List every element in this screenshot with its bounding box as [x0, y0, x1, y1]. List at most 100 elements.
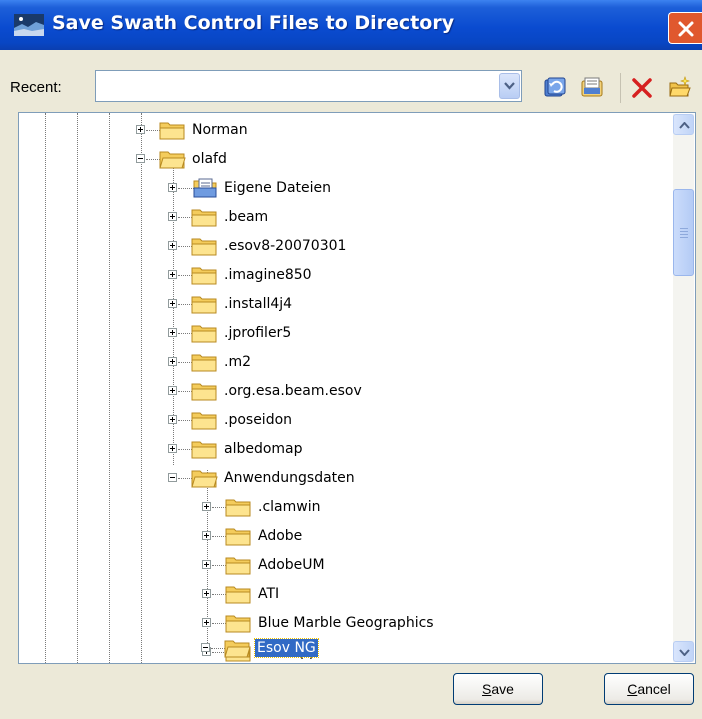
tree-item-label: .beam [224, 209, 269, 225]
recent-combobox[interactable] [95, 70, 522, 102]
tree-item[interactable]: Adobe [19, 522, 674, 551]
tree-item[interactable]: Blue Marble Geographics [19, 609, 674, 638]
tree-item[interactable]: .beam [19, 203, 674, 232]
expand-toggle[interactable] [202, 531, 211, 540]
scroll-thumb[interactable] [673, 189, 694, 276]
folder-icon [225, 615, 251, 633]
folder-icon [191, 383, 217, 401]
folder-icon [191, 238, 217, 256]
tree-item[interactable]: .imagine850 [19, 261, 674, 290]
cancel-button[interactable]: Cancel [604, 673, 694, 705]
tree-item-label: .poseidon [224, 412, 293, 428]
chevron-up-icon [679, 122, 690, 129]
tree-item-label: albedomap [224, 441, 303, 457]
tree-item-label: .org.esa.beam.esov [224, 383, 362, 399]
tree-last-row-clip: Esov NG [18, 636, 673, 663]
folder-icon [225, 499, 251, 517]
tree-item[interactable]: .org.esa.beam.esov [19, 377, 674, 406]
collapse-toggle[interactable] [168, 473, 177, 482]
tree-item[interactable]: olafd [19, 145, 674, 174]
tree-item[interactable]: .poseidon [19, 406, 674, 435]
folder-icon [225, 586, 251, 604]
cancel-mnemonic: C [627, 681, 638, 697]
folder-icon [191, 267, 217, 285]
tree-item-label-selected: Esov NG [254, 638, 319, 658]
new-folder-icon[interactable] [668, 76, 692, 100]
folder-open-icon [191, 470, 218, 488]
collapse-toggle[interactable] [136, 154, 145, 163]
toolbar-separator [620, 73, 621, 103]
tree-item[interactable]: Eigene Dateien [19, 174, 674, 203]
tree-item-label: Adobe [258, 528, 303, 544]
expand-toggle[interactable] [168, 357, 177, 366]
expand-toggle[interactable] [168, 241, 177, 250]
details-view-icon[interactable] [580, 76, 604, 100]
tree-item[interactable]: ATI [19, 580, 674, 609]
refresh-folder-icon[interactable] [543, 76, 567, 100]
expand-toggle[interactable] [168, 386, 177, 395]
tree-item-label: .esov8-20070301 [224, 238, 347, 254]
recent-label: Recent: [10, 79, 62, 96]
folder-icon [191, 325, 217, 343]
expand-toggle[interactable] [202, 502, 211, 511]
expand-toggle[interactable] [168, 183, 177, 192]
expand-toggle[interactable] [168, 415, 177, 424]
cancel-label: ancel [637, 681, 671, 697]
app-icon [14, 14, 44, 36]
folder-icon [225, 557, 251, 575]
tree-item-label: Norman [192, 122, 248, 138]
folder-tree[interactable]: Norman olafd Eigene Dateien .beam .esov8… [18, 112, 696, 664]
tree-item[interactable]: Norman [19, 116, 674, 145]
expand-toggle[interactable] [168, 328, 177, 337]
folder-icon [191, 412, 217, 430]
expand-toggle[interactable] [202, 589, 211, 598]
expand-toggle[interactable] [168, 212, 177, 221]
tree-item-label: olafd [192, 151, 227, 167]
tree-item[interactable]: AdobeUM [19, 551, 674, 580]
folder-icon [191, 441, 217, 459]
chevron-down-icon [679, 649, 690, 656]
expand-toggle[interactable] [168, 299, 177, 308]
save-label: ave [491, 681, 514, 697]
title-bar[interactable]: Save Swath Control Files to Directory [0, 0, 702, 50]
save-mnemonic: S [482, 681, 492, 697]
tree-item-label: Eigene Dateien [224, 180, 332, 196]
tree-item[interactable]: .install4j4 [19, 290, 674, 319]
tree-item[interactable]: .clamwin [19, 493, 674, 522]
tree-item-label: Blue Marble Geographics [258, 615, 434, 631]
recent-dropdown-button[interactable] [499, 73, 520, 99]
close-button[interactable] [668, 12, 702, 44]
expand-toggle[interactable] [202, 618, 211, 627]
tree-item[interactable]: .m2 [19, 348, 674, 377]
vertical-scrollbar[interactable] [673, 114, 694, 662]
folder-icon [159, 122, 185, 140]
tree-item-label: AdobeUM [258, 557, 325, 573]
folder-open-icon [224, 640, 251, 658]
expand-toggle[interactable] [168, 270, 177, 279]
collapse-toggle[interactable] [201, 643, 210, 652]
tree-item-label: Anwendungsdaten [224, 470, 355, 486]
tree-item[interactable]: Esov NG [18, 636, 673, 663]
expand-toggle[interactable] [202, 560, 211, 569]
chevron-down-icon [504, 82, 515, 90]
close-icon [678, 21, 694, 37]
tree-item[interactable]: albedomap [19, 435, 674, 464]
tree-item[interactable]: .jprofiler5 [19, 319, 674, 348]
tree-item[interactable]: .esov8-20070301 [19, 232, 674, 261]
scroll-up-button[interactable] [673, 114, 694, 135]
delete-icon[interactable] [630, 76, 654, 100]
tree-item-label: .jprofiler5 [224, 325, 292, 341]
tree-item[interactable]: Anwendungsdaten [19, 464, 674, 493]
save-directory-dialog: Save Swath Control Files to Directory Re… [0, 0, 702, 719]
tree-item-label: .m2 [224, 354, 251, 370]
folder-open-icon [159, 151, 186, 169]
tree-item-label: .install4j4 [224, 296, 293, 312]
expand-toggle[interactable] [136, 125, 145, 134]
folder-icon [191, 296, 217, 314]
tree-item-label: ATI [258, 586, 280, 602]
scroll-down-button[interactable] [673, 641, 694, 662]
save-button[interactable]: Save [453, 673, 543, 705]
expand-toggle[interactable] [168, 444, 177, 453]
my-documents-icon [193, 178, 217, 198]
dialog-title: Save Swath Control Files to Directory [52, 12, 455, 34]
